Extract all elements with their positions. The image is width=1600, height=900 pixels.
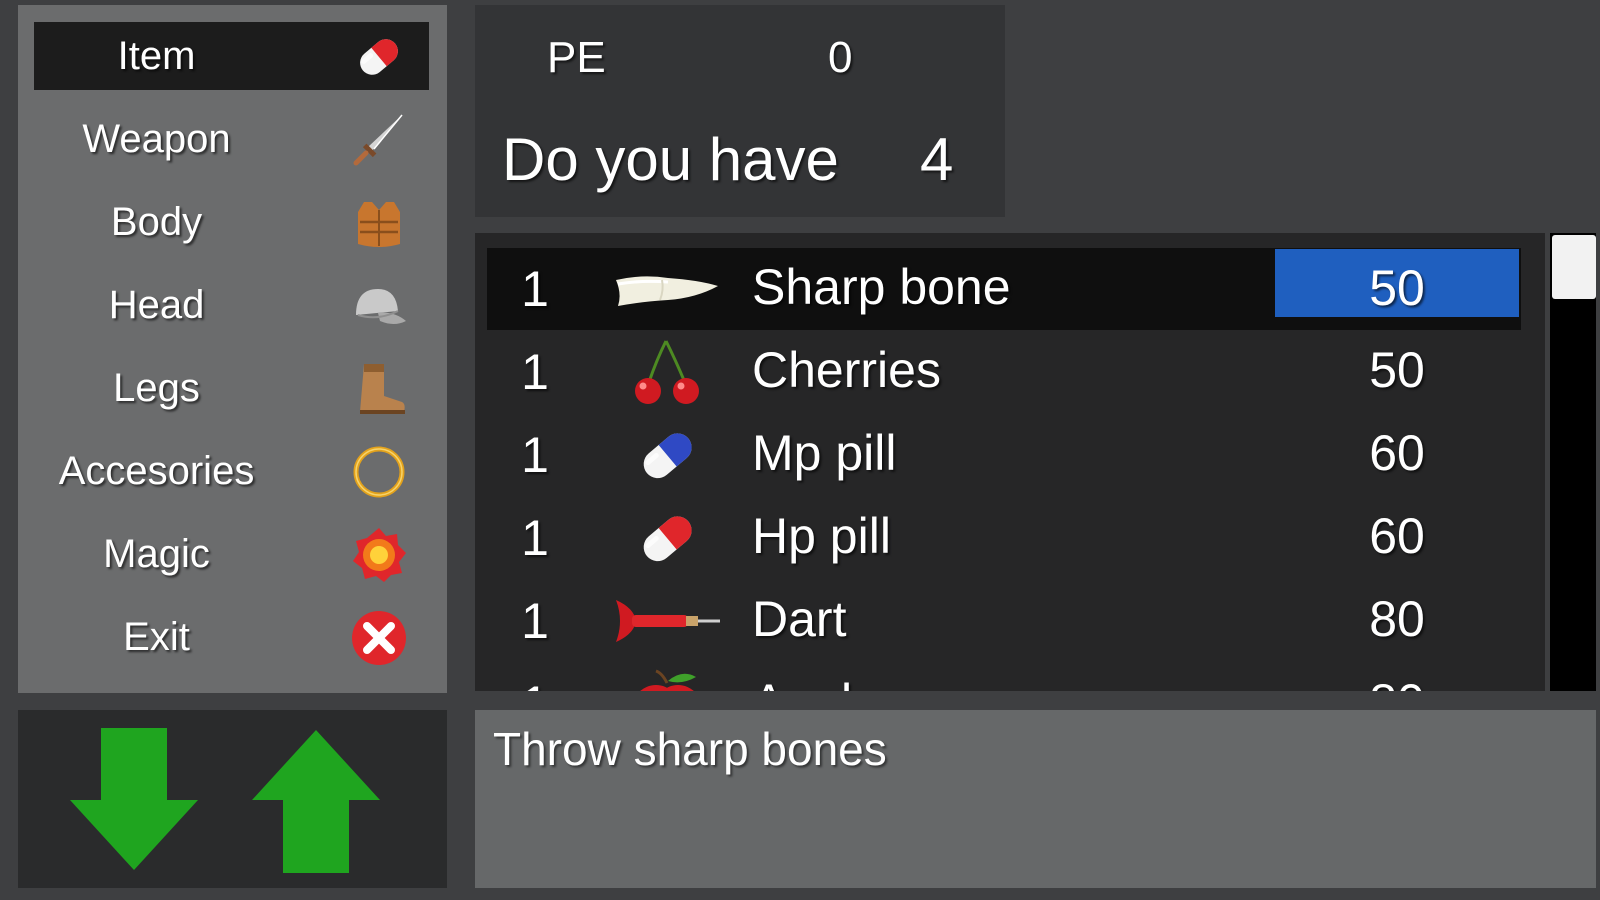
- boot-icon: [350, 360, 408, 418]
- item-price: 80: [1275, 673, 1519, 691]
- category-menu: Item Weapon Body Head Legs Accesories Ma…: [18, 5, 447, 693]
- apple-icon: [612, 669, 722, 691]
- category-item[interactable]: Legs: [34, 354, 429, 422]
- item-list: 1 Sharp bone 50 1 Cherries 50 1 Mp pill …: [475, 233, 1545, 691]
- have-label: Do you have: [502, 126, 839, 193]
- hp-pill-icon: [612, 503, 722, 573]
- item-row[interactable]: 1 Apple 80: [487, 663, 1521, 691]
- category-item[interactable]: Weapon: [34, 105, 429, 173]
- category-item[interactable]: Body: [34, 188, 429, 256]
- pe-value: 0: [828, 33, 853, 82]
- sword-icon: [350, 111, 408, 169]
- pe-label: PE: [547, 33, 606, 82]
- item-quantity: 1: [521, 510, 549, 566]
- item-description: Throw sharp bones: [493, 723, 887, 775]
- fireball-icon: [350, 526, 408, 584]
- category-label: Legs: [113, 365, 200, 410]
- ring-icon: [350, 443, 408, 501]
- mp-pill-icon: [612, 420, 722, 490]
- armor-vest-icon: [350, 194, 408, 252]
- scroll-buttons-panel: [18, 710, 447, 888]
- item-row[interactable]: 1 Cherries 50: [487, 331, 1521, 413]
- item-row[interactable]: 1 Sharp bone 50: [487, 248, 1521, 330]
- item-name: Mp pill: [752, 425, 897, 481]
- close-icon: [350, 609, 408, 667]
- item-row[interactable]: 1 Mp pill 60: [487, 414, 1521, 496]
- category-item[interactable]: Head: [34, 271, 429, 339]
- category-item[interactable]: Magic: [34, 520, 429, 588]
- item-list-scrollbar[interactable]: [1550, 233, 1596, 691]
- stats-panel: PE 0 Do you have 4: [475, 5, 1005, 217]
- scrollbar-thumb[interactable]: [1552, 235, 1596, 299]
- item-price: 80: [1369, 591, 1425, 647]
- category-label: Head: [108, 282, 205, 327]
- pill-icon: [350, 28, 408, 86]
- item-price-box: 60: [1275, 497, 1519, 565]
- item-quantity: 1: [497, 675, 573, 691]
- cherries-icon: [612, 337, 722, 407]
- item-name: Apple: [752, 673, 880, 691]
- category-label: Accesories: [58, 448, 255, 493]
- category-item[interactable]: Accesories: [34, 437, 429, 505]
- item-name: Sharp bone: [752, 259, 1011, 315]
- item-row[interactable]: 1 Dart 80: [487, 580, 1521, 662]
- item-quantity: 1: [521, 427, 549, 483]
- category-label: Magic: [103, 531, 210, 576]
- scroll-down-button[interactable]: [68, 728, 200, 873]
- item-price-box: 80: [1275, 663, 1519, 691]
- have-value: 4: [920, 126, 954, 193]
- category-label: Weapon: [82, 116, 231, 161]
- category-label: Exit: [123, 614, 190, 659]
- item-price: 50: [1369, 342, 1425, 398]
- dart-icon: [612, 586, 722, 656]
- item-row[interactable]: 1 Hp pill 60: [487, 497, 1521, 579]
- cap-icon: [350, 277, 408, 335]
- item-price: 60: [1369, 425, 1425, 481]
- arrow-down-icon: [70, 728, 198, 870]
- arrow-up-icon: [252, 730, 380, 873]
- item-name: Hp pill: [752, 508, 891, 564]
- item-price-box: 80: [1275, 580, 1519, 648]
- category-label: Body: [110, 199, 203, 244]
- item-name: Cherries: [752, 342, 941, 398]
- item-price-box: 50: [1275, 249, 1519, 317]
- item-quantity: 1: [521, 261, 549, 317]
- scroll-up-button[interactable]: [250, 728, 382, 873]
- description-panel: Throw sharp bones: [475, 710, 1596, 888]
- category-item[interactable]: Exit: [34, 603, 429, 671]
- item-price: 50: [1369, 260, 1425, 316]
- category-label: Item: [117, 33, 196, 78]
- item-price: 60: [1369, 508, 1425, 564]
- category-item[interactable]: Item: [34, 22, 429, 90]
- item-price-box: 60: [1275, 414, 1519, 482]
- item-quantity: 1: [521, 344, 549, 400]
- item-name: Dart: [752, 591, 847, 647]
- sharp-bone-icon: [612, 254, 722, 324]
- item-quantity: 1: [521, 593, 549, 649]
- item-price-box: 50: [1275, 331, 1519, 399]
